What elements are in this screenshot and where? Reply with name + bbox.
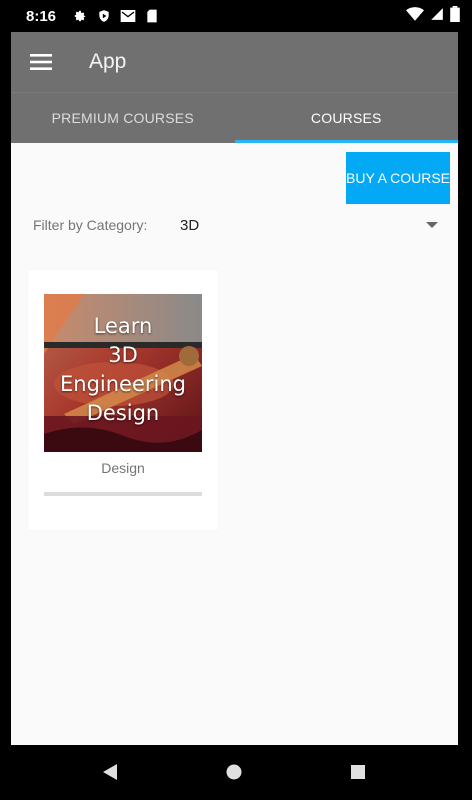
- thumbnail-line: 3D: [108, 343, 138, 367]
- tab-label: COURSES: [310, 110, 382, 126]
- buy-course-button[interactable]: BUY A COURSE: [346, 152, 450, 204]
- screen: 8:16 App PREMIUM COURSES COURSES BUY A C…: [0, 0, 472, 800]
- thumbnail-title: Learn 3D Engineering Design: [44, 312, 202, 428]
- filter-label: Filter by Category:: [33, 217, 148, 233]
- filter-row: Filter by Category: 3D: [33, 208, 438, 242]
- tab-label: PREMIUM COURSES: [51, 110, 194, 126]
- category-selected-value: 3D: [180, 216, 200, 234]
- hamburger-menu-icon[interactable]: [11, 32, 71, 92]
- home-icon[interactable]: [221, 759, 247, 785]
- app-content: App PREMIUM COURSES COURSES BUY A COURSE…: [11, 32, 458, 745]
- status-right: [406, 5, 460, 27]
- signal-icon: [430, 7, 444, 26]
- tab-bar: PREMIUM COURSES COURSES: [11, 92, 458, 143]
- dropdown-arrow-icon: [426, 222, 438, 228]
- status-bar: 8:16: [0, 0, 472, 32]
- course-card[interactable]: Learn 3D Engineering Design Design: [28, 270, 218, 530]
- navigation-bar: [0, 745, 472, 800]
- toolbar: App: [11, 32, 458, 92]
- wifi-icon: [406, 6, 424, 26]
- gmail-icon: [118, 6, 138, 26]
- recents-icon[interactable]: [345, 759, 371, 785]
- category-dropdown[interactable]: 3D: [180, 208, 438, 242]
- tab-courses[interactable]: COURSES: [234, 93, 459, 143]
- tab-premium-courses[interactable]: PREMIUM COURSES: [11, 93, 235, 143]
- course-category: Design: [101, 460, 145, 476]
- thumbnail-line: Design: [86, 401, 160, 425]
- shield-play-icon: [94, 6, 114, 26]
- course-progress-bar: [44, 492, 202, 496]
- thumbnail-line: Learn: [93, 314, 153, 338]
- course-thumbnail: Learn 3D Engineering Design: [44, 294, 202, 452]
- thumbnail-line: Engineering: [60, 372, 186, 396]
- back-icon[interactable]: [97, 759, 123, 785]
- battery-icon: [450, 5, 460, 27]
- gear-icon: [70, 6, 90, 26]
- toolbar-title: App: [89, 50, 127, 73]
- sd-card-icon: [142, 6, 162, 26]
- status-time: 8:16: [26, 7, 57, 25]
